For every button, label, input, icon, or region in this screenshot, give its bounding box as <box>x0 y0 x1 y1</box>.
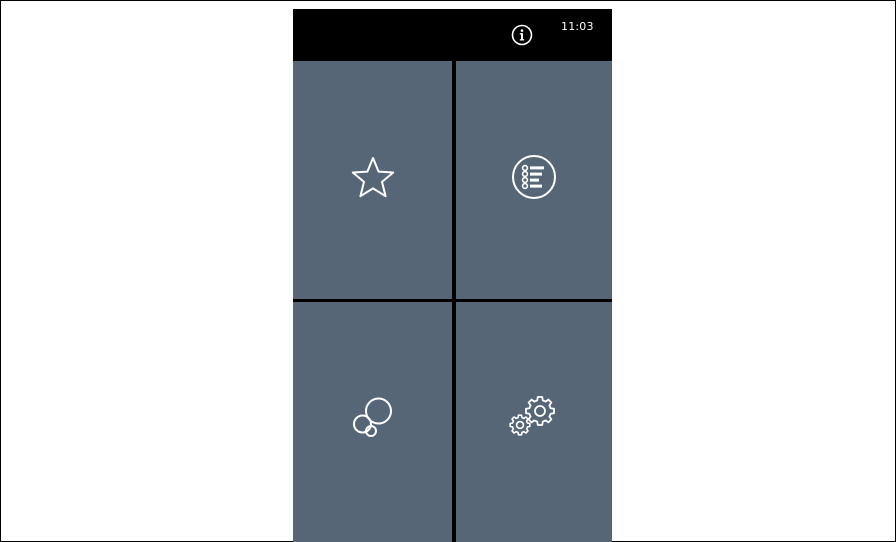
phone-screen: 11:03 <box>293 9 612 542</box>
star-icon <box>351 157 394 198</box>
settings-tile[interactable] <box>456 302 612 542</box>
bubbles-icon <box>352 397 392 437</box>
info-circle-icon <box>511 24 533 46</box>
info-button[interactable] <box>510 23 534 47</box>
status-clock: 11:03 <box>561 20 594 33</box>
gears-icon <box>509 396 555 436</box>
bubbles-tile[interactable] <box>293 302 452 542</box>
list-tile[interactable] <box>456 61 612 299</box>
status-bar: 11:03 <box>293 9 612 61</box>
favorites-tile[interactable] <box>293 61 452 299</box>
list-circle-icon <box>512 155 556 199</box>
